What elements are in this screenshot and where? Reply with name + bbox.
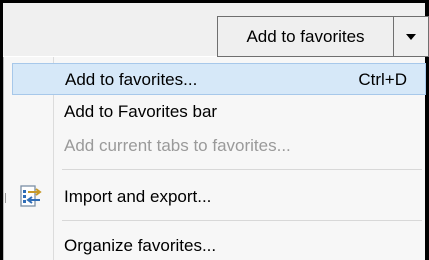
menu-edge-mark [5, 193, 6, 203]
menu-item-label: Import and export... [64, 187, 212, 206]
menu-item-organize-favorites[interactable]: Organize favorites... [12, 230, 426, 260]
menu-item-label: Add to Favorites bar [64, 102, 218, 121]
menu-item-add-to-favorites[interactable]: Add to favorites... Ctrl+D [12, 63, 426, 95]
favorites-toolbar: Add to favorites [3, 3, 429, 57]
menu-item-label: Add to favorites... [65, 70, 198, 89]
favorites-dropdown-arrow-button[interactable] [394, 17, 428, 56]
add-to-favorites-split-button: Add to favorites [217, 16, 429, 57]
menu-item-label: Add current tabs to favorites... [64, 136, 291, 155]
menu-item-label: Organize favorites... [64, 236, 217, 255]
chevron-down-icon [406, 33, 416, 40]
menu-item-shortcut: Ctrl+D [358, 70, 407, 89]
favorites-dropdown-menu: Add to favorites... Ctrl+D Add to Favori… [3, 57, 426, 260]
menu-separator [62, 169, 422, 170]
menu-item-add-current-tabs: Add current tabs to favorites... [12, 130, 426, 162]
menu-separator [62, 220, 422, 221]
add-to-favorites-button[interactable]: Add to favorites [218, 17, 394, 56]
menu-item-import-and-export[interactable]: Import and export... [12, 181, 426, 213]
menu-item-add-to-favorites-bar[interactable]: Add to Favorites bar [12, 96, 426, 128]
